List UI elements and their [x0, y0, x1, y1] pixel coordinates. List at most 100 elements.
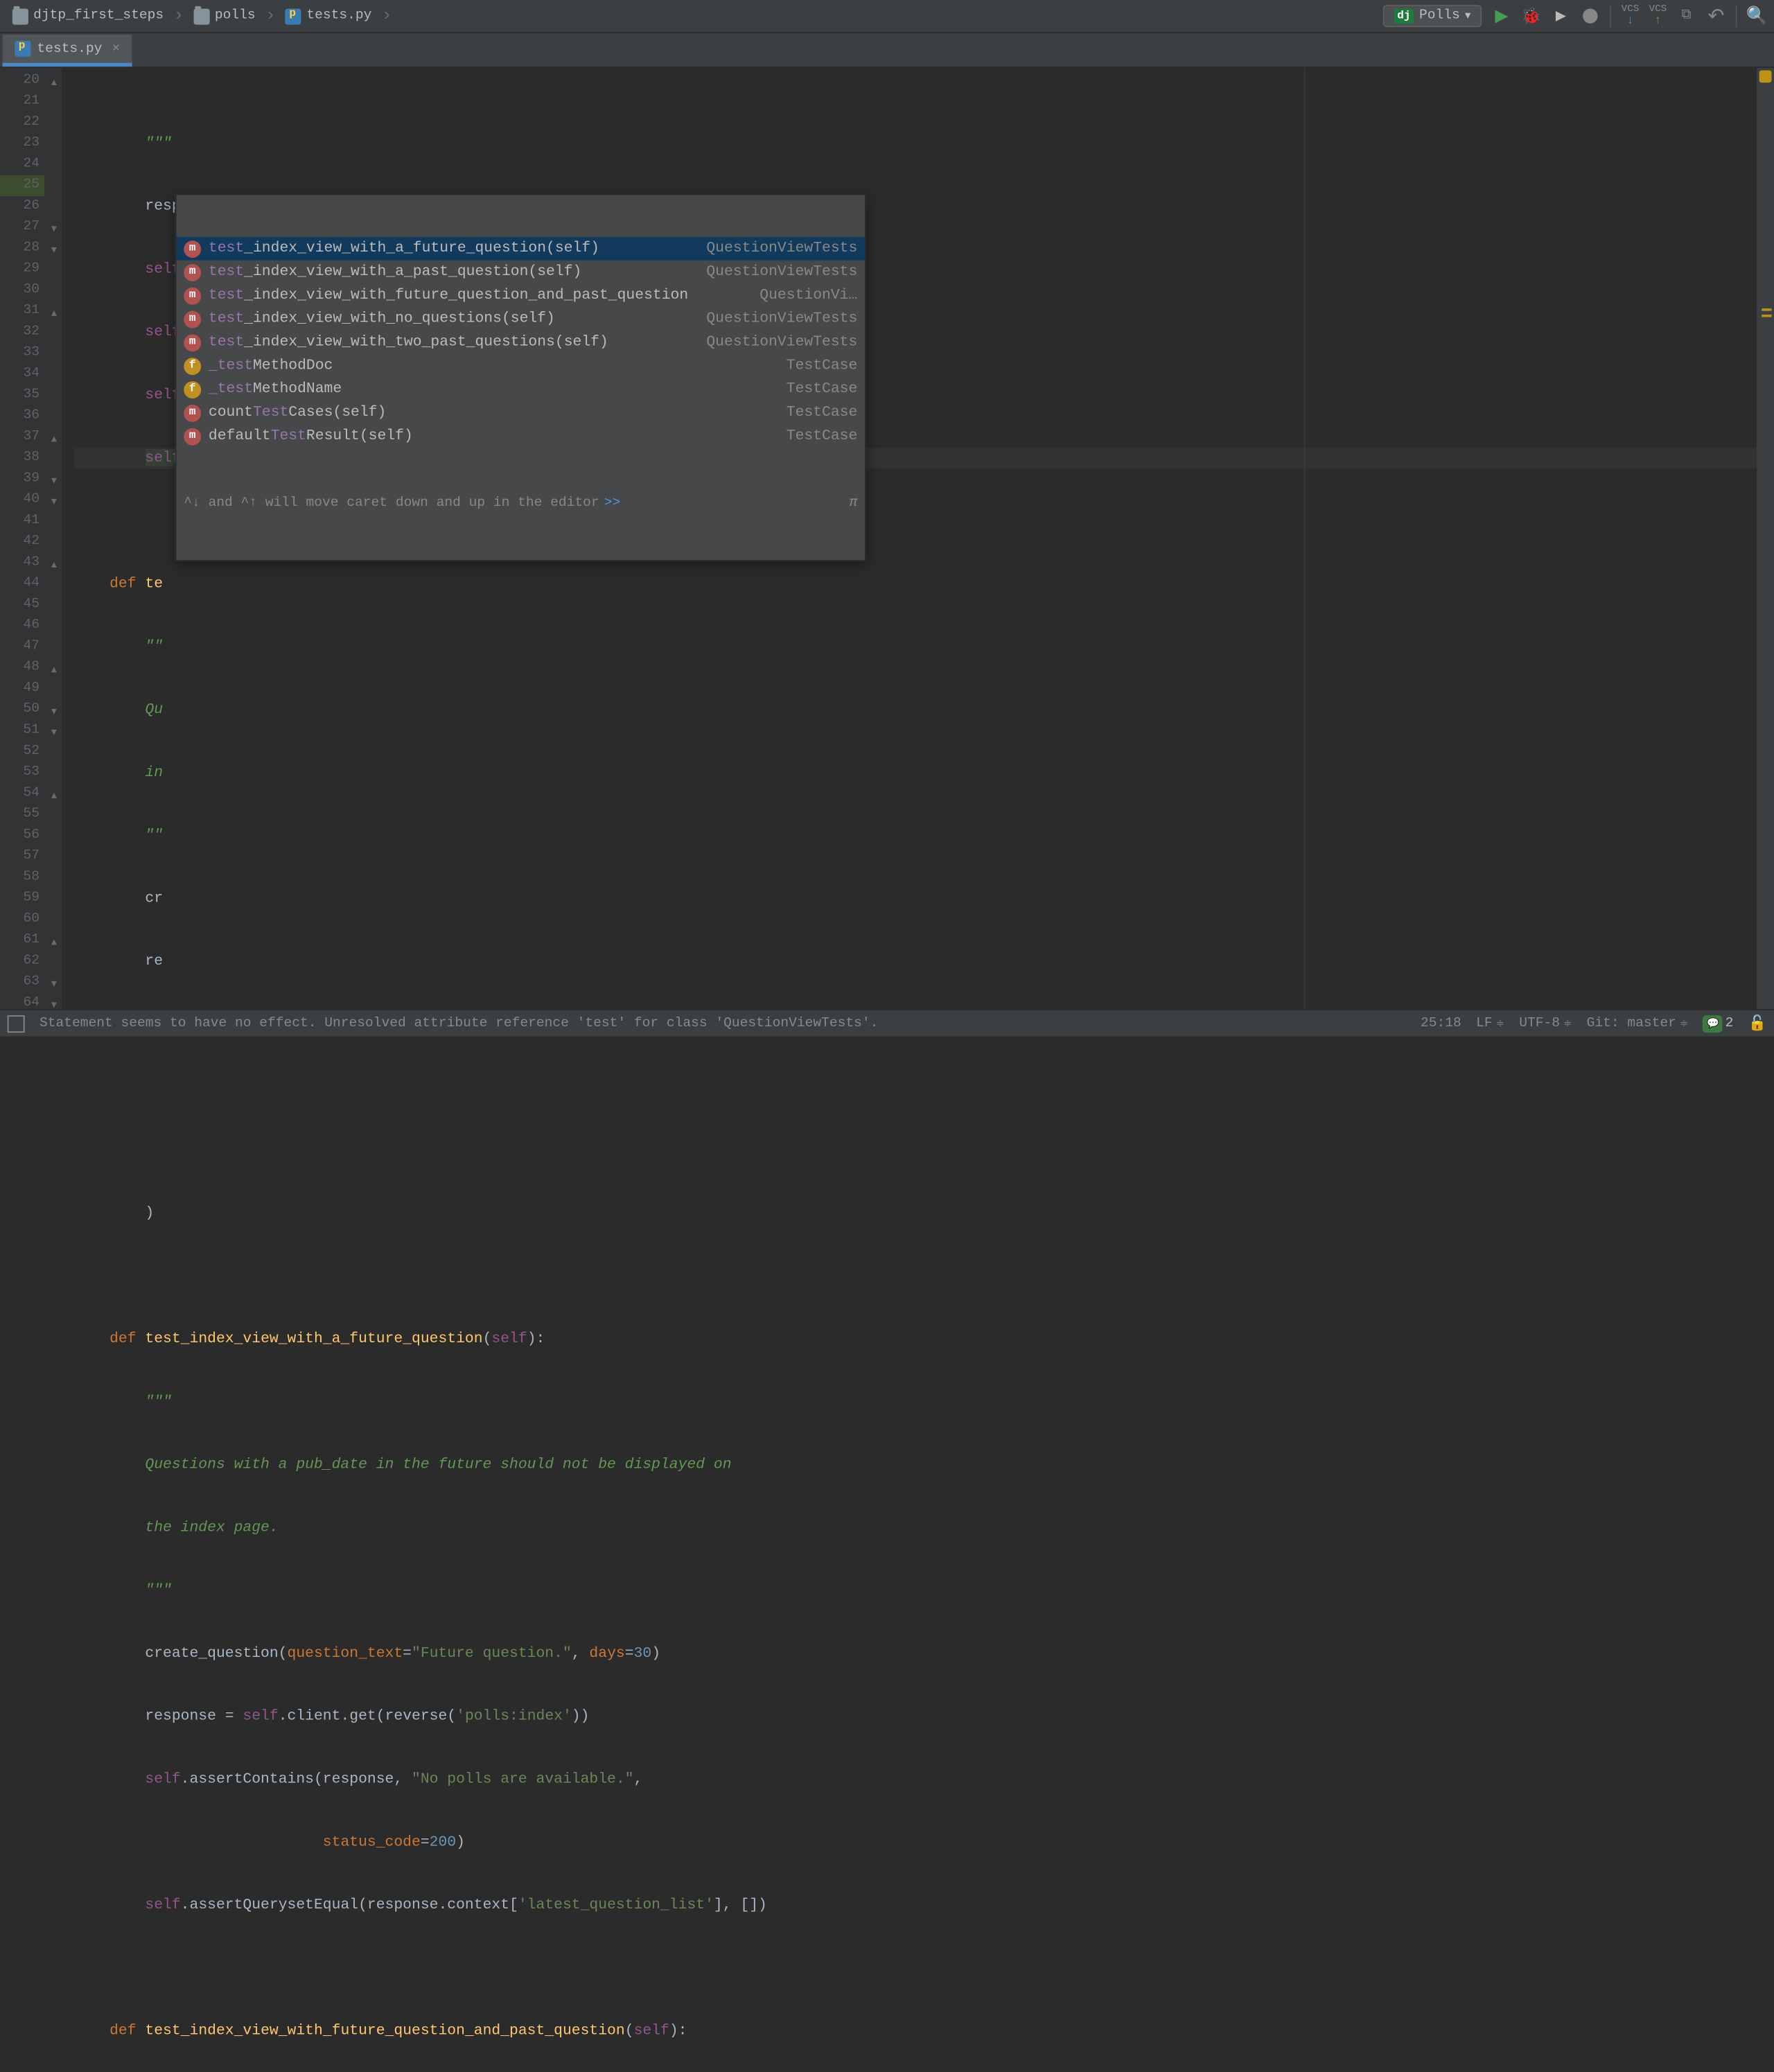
chevron-right-icon: › — [382, 6, 392, 26]
fold-down-icon[interactable]: ▾ — [51, 492, 57, 513]
completion-name: test_index_view_with_a_future_question(s… — [209, 238, 599, 259]
completion-source: TestCase — [787, 425, 858, 446]
fold-up-icon[interactable]: ▴ — [51, 555, 57, 576]
completion-source: QuestionViewTests — [706, 261, 857, 282]
completion-item[interactable]: m test_index_view_with_no_questions(self)… — [177, 307, 865, 331]
right-margin-guide — [1304, 68, 1306, 1009]
profile-button[interactable] — [1581, 6, 1600, 26]
event-log-button[interactable]: 💬 2 — [1703, 1015, 1734, 1032]
run-button[interactable]: ▶ — [1492, 6, 1511, 26]
inspection-status-icon[interactable] — [1759, 70, 1772, 82]
completion-item[interactable]: mtest_index_view_with_two_past_questions… — [177, 331, 865, 354]
gutter[interactable]: 20▴ 21 22 23 24 25 26 27▾ 28▾ 29 30 31▴ … — [0, 68, 62, 1009]
method-icon: m — [184, 263, 201, 281]
method-icon: m — [184, 404, 201, 421]
completion-source: QuestionViewTests — [706, 238, 857, 259]
completion-item[interactable]: m test_index_view_with_a_past_question(se… — [177, 261, 865, 284]
completion-item[interactable]: m test_index_view_with_future_question_an… — [177, 283, 865, 307]
close-tab-icon[interactable]: × — [112, 42, 121, 56]
completion-source: TestCase — [787, 355, 858, 376]
status-message: Statement seems to have no effect. Unres… — [39, 1016, 1406, 1030]
editor-scrollbar[interactable] — [1757, 68, 1774, 1009]
method-icon: m — [184, 240, 201, 257]
fold-down-icon[interactable]: ▾ — [51, 471, 57, 492]
completion-hint-link[interactable]: >> — [604, 493, 621, 514]
error-stripe-marker[interactable] — [1762, 308, 1771, 311]
run-config-name: Polls — [1419, 8, 1460, 23]
breadcrumb-label: djtp_first_steps — [33, 8, 164, 23]
folder-icon — [12, 8, 28, 24]
completion-name: _testMethodDoc — [209, 355, 333, 376]
editor-content[interactable]: """ response = self.client.get(reverse('… — [62, 68, 1774, 1009]
chevron-right-icon: › — [173, 6, 184, 26]
compare-button[interactable]: ⧉ — [1676, 6, 1696, 26]
git-branch-selector[interactable]: Git: master≑ — [1587, 1016, 1689, 1030]
completion-name: test_index_view_with_future_question_and… — [209, 285, 688, 306]
fold-up-icon[interactable]: ▴ — [51, 933, 57, 954]
completion-item[interactable]: m countTestCases(self) TestCase — [177, 401, 865, 425]
navigation-bar: djtp_first_steps › polls › tests.py › dj… — [0, 0, 1774, 33]
file-tab-tests[interactable]: tests.py × — [3, 35, 133, 67]
completion-source: TestCase — [787, 379, 858, 400]
breadcrumb-project[interactable]: djtp_first_steps — [8, 8, 169, 24]
tab-filename: tests.py — [37, 42, 102, 56]
fold-up-icon[interactable]: ▴ — [51, 786, 57, 807]
code-completion-popup[interactable]: m test_index_view_with_a_future_question(… — [175, 194, 866, 562]
fold-down-icon[interactable]: ▾ — [51, 702, 57, 723]
code-editor[interactable]: 20▴ 21 22 23 24 25 26 27▾ 28▾ 29 30 31▴ … — [0, 68, 1774, 1009]
search-everywhere-button[interactable]: 🔍 — [1747, 6, 1766, 26]
folder-icon — [194, 8, 210, 24]
breadcrumb-label: polls — [215, 8, 256, 23]
fold-up-icon[interactable]: ▴ — [51, 304, 57, 324]
separator — [1736, 5, 1737, 27]
method-icon: m — [184, 310, 201, 328]
completion-item[interactable]: f_testMethodDocTestCase — [177, 354, 865, 378]
vcs-commit-button[interactable]: VCS↑ — [1649, 4, 1667, 28]
run-config-selector[interactable]: dj Polls ▼ — [1382, 5, 1482, 27]
run-coverage-button[interactable]: ▶ — [1551, 6, 1570, 26]
breadcrumb-file[interactable]: tests.py — [281, 8, 377, 24]
encoding-selector[interactable]: UTF-8≑ — [1519, 1016, 1572, 1030]
completion-name: defaultTestResult(self) — [209, 425, 413, 446]
line-separator-selector[interactable]: LF≑ — [1476, 1016, 1504, 1030]
breadcrumb-folder[interactable]: polls — [188, 8, 260, 24]
fold-down-icon[interactable]: ▾ — [51, 220, 57, 240]
completion-name: test_index_view_with_a_past_question(sel… — [209, 261, 581, 282]
fold-down-icon[interactable]: ▾ — [51, 723, 57, 744]
completion-source: QuestionVi… — [759, 285, 857, 306]
method-icon: m — [184, 334, 201, 351]
method-icon: m — [184, 287, 201, 304]
method-icon: m — [184, 428, 201, 445]
toolbar: dj Polls ▼ ▶ 🐞 ▶ VCS↓ VCS↑ ⧉ ↶ 🔍 — [1382, 4, 1766, 28]
completion-name: test_index_view_with_no_questions(self) — [209, 308, 555, 329]
python-file-icon — [286, 8, 301, 24]
completion-name: countTestCases(self) — [209, 402, 386, 423]
completion-item[interactable]: m defaultTestResult(self) TestCase — [177, 424, 865, 448]
fold-up-icon[interactable]: ▴ — [51, 430, 57, 450]
fold-down-icon[interactable]: ▾ — [51, 974, 57, 995]
fold-down-icon[interactable]: ▾ — [51, 240, 57, 261]
fold-up-icon[interactable]: ▴ — [51, 73, 57, 94]
completion-source: TestCase — [787, 402, 858, 423]
fold-up-icon[interactable]: ▴ — [51, 660, 57, 681]
caret-position[interactable]: 25:18 — [1421, 1016, 1461, 1030]
vcs-update-button[interactable]: VCS↓ — [1622, 4, 1640, 28]
notification-icon: 💬 — [1703, 1015, 1723, 1032]
status-bar: Statement seems to have no effect. Unres… — [0, 1009, 1774, 1036]
separator — [1610, 5, 1612, 27]
field-icon: f — [184, 380, 201, 398]
breadcrumbs: djtp_first_steps › polls › tests.py › — [8, 6, 394, 26]
debug-button[interactable]: 🐞 — [1521, 6, 1540, 26]
read-only-toggle[interactable]: 🔓 — [1748, 1014, 1767, 1033]
rollback-button[interactable]: ↶ — [1706, 6, 1725, 26]
completion-hint: ^↓ and ^↑ will move caret down and up in… — [177, 490, 865, 518]
completion-item[interactable]: f_testMethodNameTestCase — [177, 378, 865, 401]
chevron-right-icon: › — [265, 6, 276, 26]
completion-source: QuestionViewTests — [706, 308, 857, 329]
django-icon: dj — [1394, 8, 1414, 23]
completion-item[interactable]: m test_index_view_with_a_future_question(… — [177, 237, 865, 261]
tool-window-toggle-icon[interactable] — [8, 1015, 25, 1032]
editor-tabs: tests.py × — [0, 33, 1774, 68]
completion-source: QuestionViewTests — [706, 332, 857, 353]
error-stripe-marker[interactable] — [1762, 315, 1771, 317]
